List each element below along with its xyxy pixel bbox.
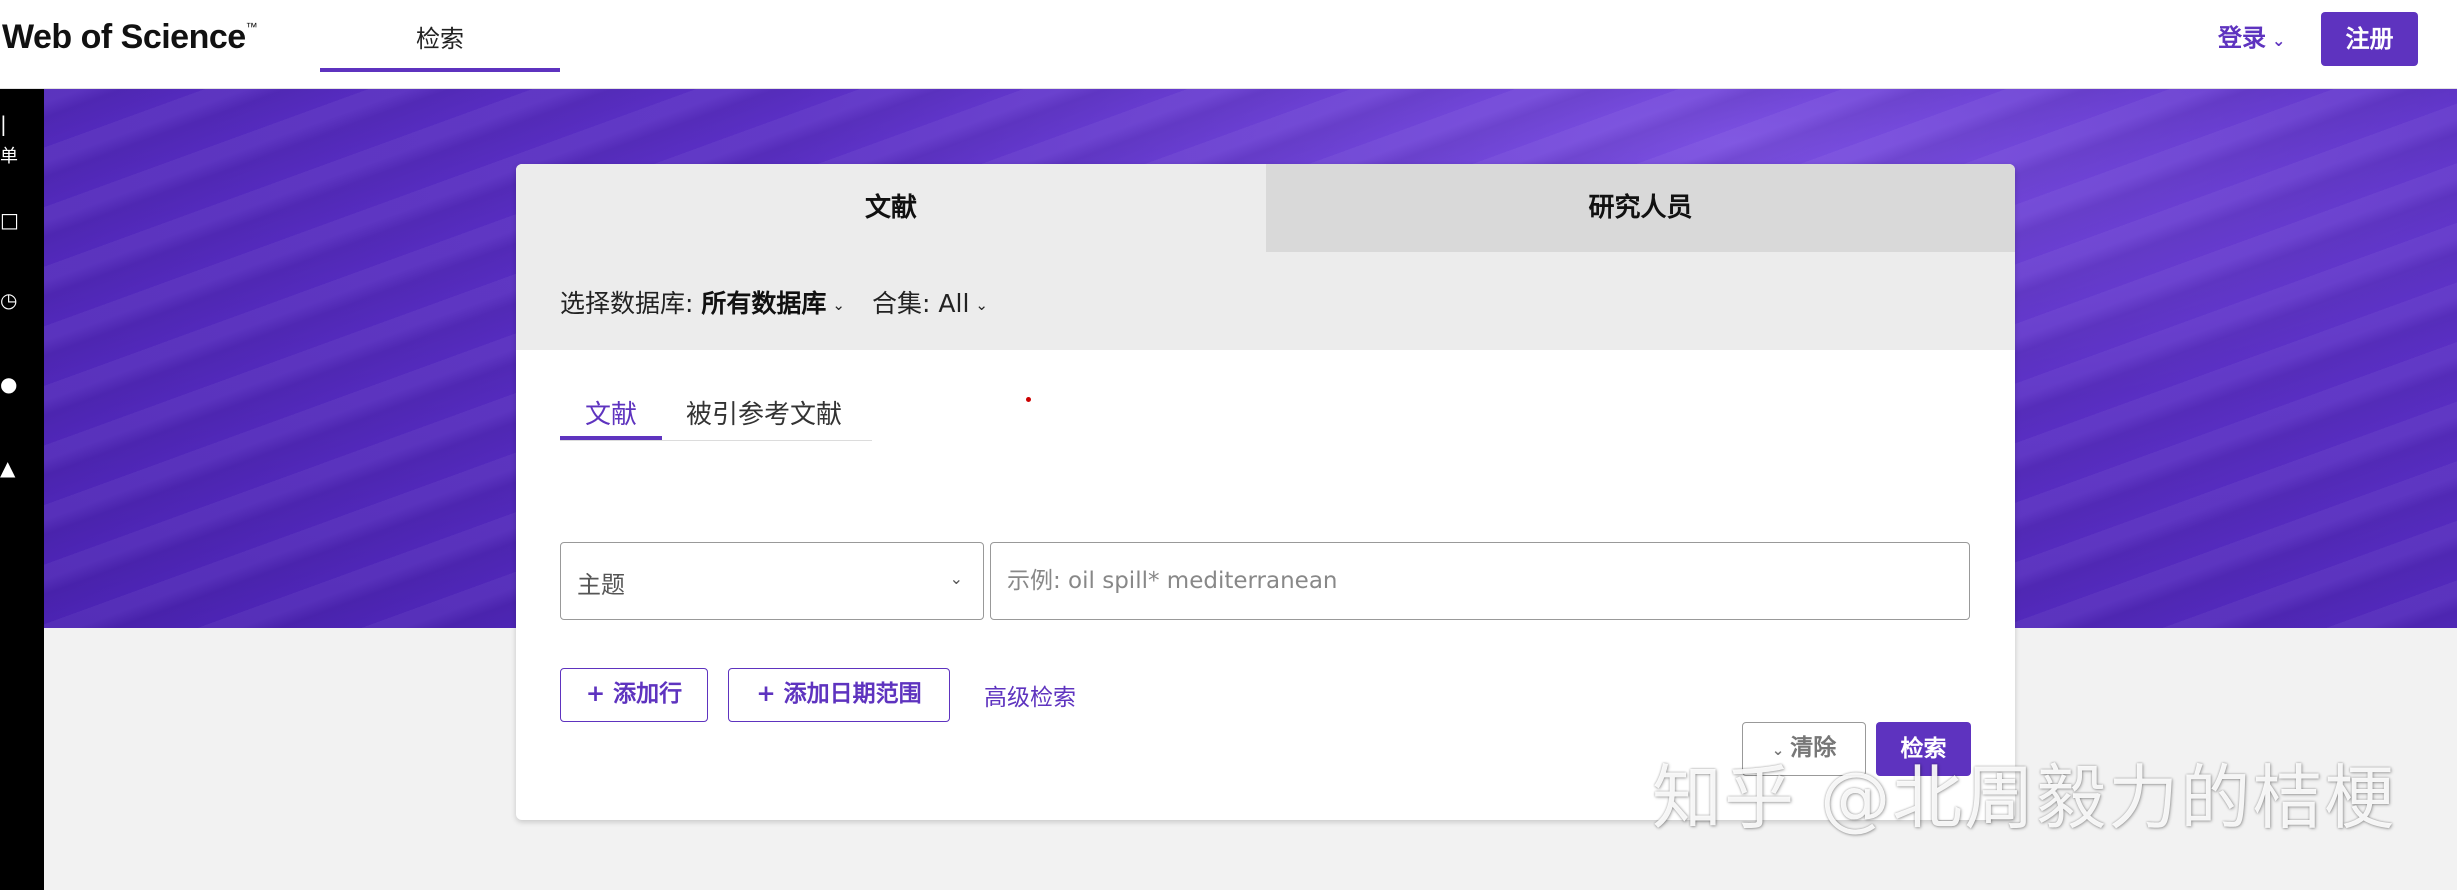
login-label: 登录 bbox=[2218, 24, 2266, 52]
database-label: 选择数据库: bbox=[560, 289, 694, 318]
database-bar: 选择数据库: 所有数据库 ⌄ 合集: All ⌄ bbox=[516, 252, 2015, 350]
collection-value: All bbox=[938, 289, 970, 318]
cursor-dot bbox=[1026, 397, 1031, 402]
left-rail: | 单 □ ◷ ● ▲ bbox=[0, 88, 44, 890]
search-card: 文献 研究人员 选择数据库: 所有数据库 ⌄ 合集: All ⌄ 文献 被引参考文献… bbox=[516, 164, 2015, 820]
square-icon[interactable]: □ bbox=[0, 208, 19, 232]
add-date-range-button[interactable]: + 添加日期范围 bbox=[728, 668, 950, 722]
advanced-search-link[interactable]: 高级检索 bbox=[984, 678, 1076, 712]
user-icon[interactable]: ● bbox=[0, 372, 17, 396]
search-subtabs: 文献 被引参考文献 bbox=[560, 398, 872, 441]
top-header: Web of Science™ 检索 登录 ⌄ 注册 bbox=[0, 0, 2457, 89]
chevron-down-icon: ⌄ bbox=[949, 569, 963, 588]
watermark: 知乎 @北周毅力的桔梗 bbox=[1652, 757, 2397, 839]
rail-item-divider[interactable]: | bbox=[0, 112, 7, 136]
tab-documents[interactable]: 文献 bbox=[516, 164, 1266, 252]
database-value: 所有数据库 bbox=[701, 289, 827, 318]
search-input[interactable] bbox=[990, 542, 1970, 620]
search-field-select[interactable]: 主题 ⌄ bbox=[560, 542, 984, 620]
database-select[interactable]: 选择数据库: 所有数据库 ⌄ bbox=[560, 284, 845, 320]
subtab-cited-references[interactable]: 被引参考文献 bbox=[686, 398, 842, 432]
chevron-down-icon: ⌄ bbox=[975, 296, 988, 314]
wos-logo[interactable]: Web of Science™ bbox=[2, 18, 258, 57]
nav-tab-search[interactable]: 检索 bbox=[320, 0, 560, 72]
register-button[interactable]: 注册 bbox=[2321, 12, 2418, 66]
login-button[interactable]: 登录 ⌄ bbox=[2218, 22, 2285, 54]
chevron-down-icon: ⌄ bbox=[832, 296, 845, 314]
collection-label: 合集: bbox=[872, 289, 931, 318]
bell-icon[interactable]: ▲ bbox=[0, 456, 15, 480]
collection-select[interactable]: 合集: All ⌄ bbox=[872, 284, 988, 320]
tab-researchers[interactable]: 研究人员 bbox=[1266, 164, 2015, 252]
field-selected-value: 主题 bbox=[577, 571, 625, 599]
rail-item-list[interactable]: 单 bbox=[0, 142, 18, 168]
search-mode-tabs: 文献 研究人员 bbox=[516, 164, 2015, 252]
history-icon[interactable]: ◷ bbox=[0, 288, 17, 312]
subtab-documents[interactable]: 文献 bbox=[560, 398, 662, 440]
logo-text: Web of Science bbox=[2, 18, 246, 56]
logo-trademark: ™ bbox=[245, 20, 258, 34]
add-row-button[interactable]: + 添加行 bbox=[560, 668, 708, 722]
chevron-down-icon: ⌄ bbox=[2272, 31, 2286, 50]
